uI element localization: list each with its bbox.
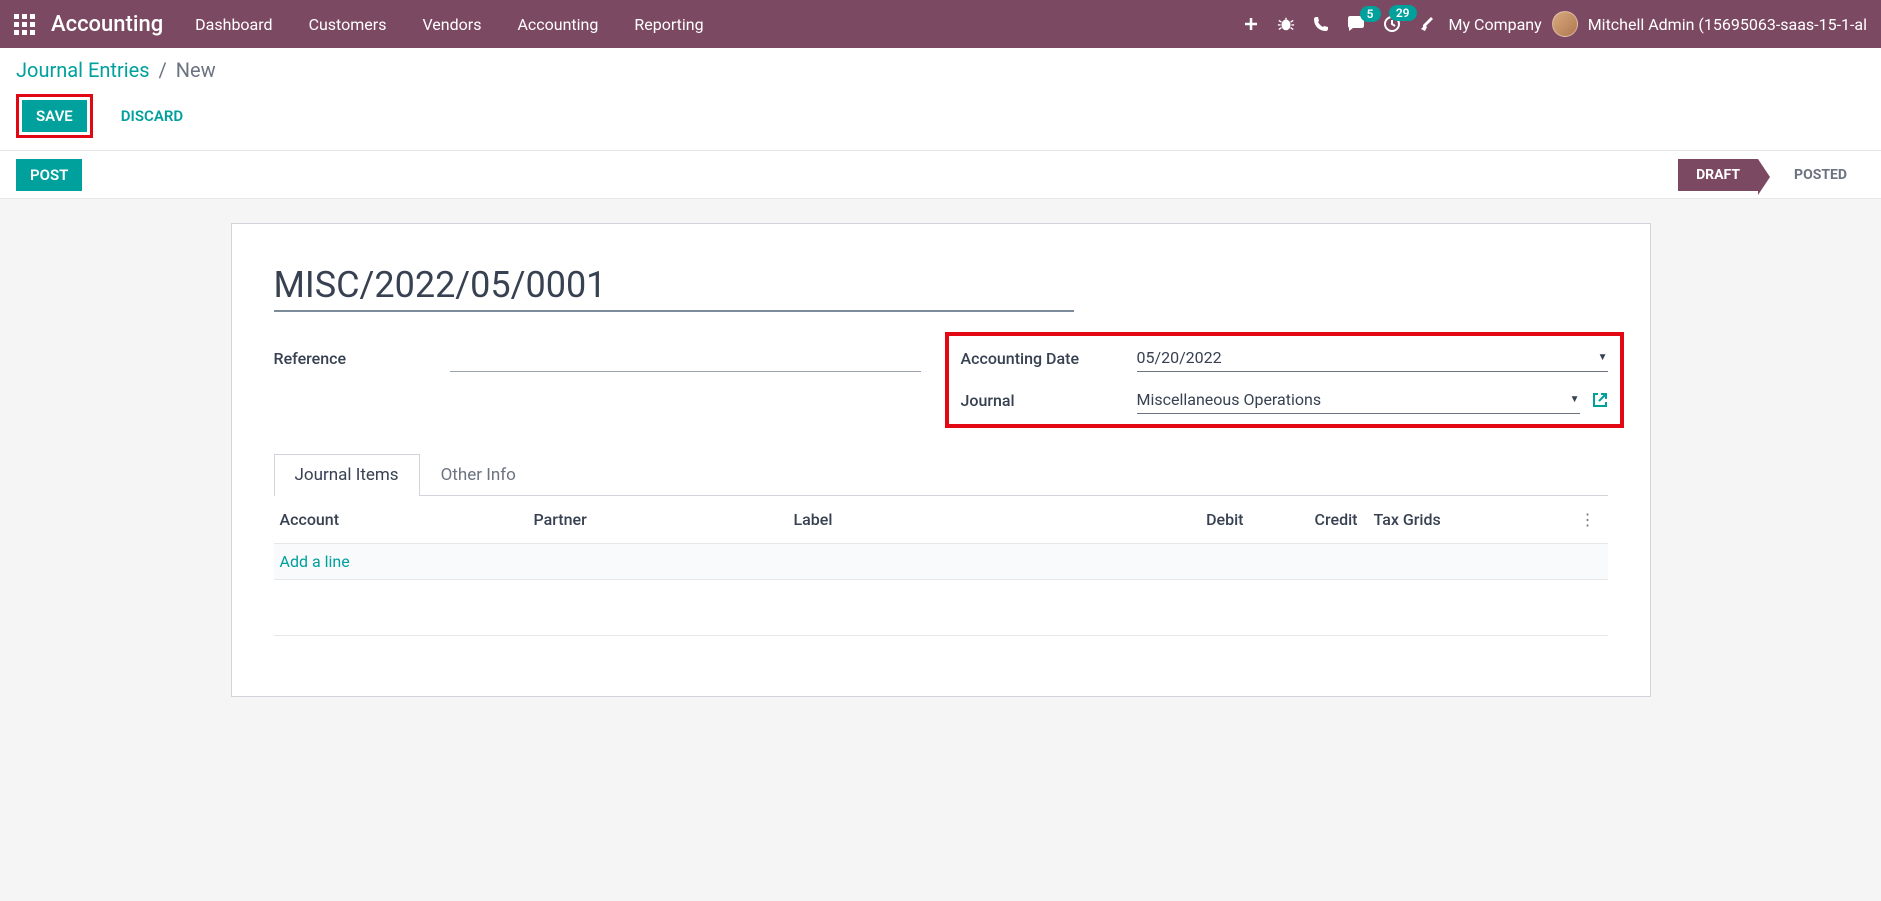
- reference-field: Reference: [274, 344, 921, 372]
- phone-icon[interactable]: [1313, 16, 1329, 32]
- journal-label: Journal: [961, 391, 1137, 410]
- caret-down-icon: ▼: [1598, 352, 1608, 363]
- breadcrumb-current: New: [176, 58, 216, 82]
- table-header: Account Partner Label Debit Credit Tax G…: [274, 496, 1608, 543]
- status-draft[interactable]: DRAFT: [1678, 159, 1758, 191]
- highlight-date-journal: Accounting Date 05/20/2022 ▼ Journal Mis…: [945, 332, 1624, 428]
- table-body: Add a line: [274, 543, 1608, 580]
- nav-icons: 5 29: [1243, 15, 1437, 33]
- breadcrumb-separator: /: [158, 58, 166, 82]
- bug-icon[interactable]: [1277, 15, 1295, 33]
- app-name[interactable]: Accounting: [51, 12, 163, 37]
- save-button[interactable]: SAVE: [22, 100, 87, 132]
- form-col-left: Reference: [274, 344, 921, 420]
- sub-header: Journal Entries / New SAVE DISCARD: [0, 48, 1881, 151]
- tools-icon[interactable]: [1419, 15, 1437, 33]
- form-container: Reference Accounting Date 05/20/2022 ▼ J…: [0, 199, 1881, 697]
- reference-label: Reference: [274, 349, 450, 368]
- nav-accounting[interactable]: Accounting: [517, 15, 598, 34]
- entry-name-input[interactable]: [274, 260, 1074, 312]
- tabs: Journal Items Other Info: [274, 454, 1608, 496]
- messages-icon[interactable]: 5: [1347, 16, 1365, 32]
- nav-customers[interactable]: Customers: [309, 15, 387, 34]
- journal-value: Miscellaneous Operations: [1137, 390, 1562, 409]
- caret-down-icon: ▼: [1570, 394, 1580, 405]
- breadcrumb: Journal Entries / New: [16, 58, 1865, 82]
- table-footer: [274, 580, 1608, 636]
- accounting-date-input[interactable]: 05/20/2022 ▼: [1137, 344, 1608, 372]
- discard-button[interactable]: DISCARD: [107, 100, 197, 132]
- tab-journal-items[interactable]: Journal Items: [274, 454, 420, 496]
- kebab-icon[interactable]: ⋮: [1568, 510, 1608, 529]
- form-col-right: Accounting Date 05/20/2022 ▼ Journal Mis…: [961, 344, 1608, 420]
- journal-items-table: Account Partner Label Debit Credit Tax G…: [274, 496, 1608, 636]
- nav-dashboard[interactable]: Dashboard: [195, 15, 272, 34]
- tab-other-info[interactable]: Other Info: [420, 454, 537, 495]
- status-bar: POST DRAFT POSTED: [0, 151, 1881, 199]
- col-taxgrids: Tax Grids: [1374, 510, 1568, 529]
- top-nav: Accounting Dashboard Customers Vendors A…: [0, 0, 1881, 48]
- messages-badge: 5: [1360, 6, 1381, 22]
- add-line-button[interactable]: Add a line: [274, 544, 1608, 579]
- nav-vendors[interactable]: Vendors: [422, 15, 481, 34]
- col-label: Label: [794, 510, 1114, 529]
- journal-field: Journal Miscellaneous Operations ▼: [961, 386, 1608, 414]
- col-partner: Partner: [534, 510, 794, 529]
- action-row: SAVE DISCARD: [16, 94, 1865, 138]
- form-sheet: Reference Accounting Date 05/20/2022 ▼ J…: [231, 223, 1651, 697]
- breadcrumb-parent[interactable]: Journal Entries: [16, 58, 150, 82]
- status-pills: DRAFT POSTED: [1678, 159, 1865, 191]
- nav-reporting[interactable]: Reporting: [634, 15, 703, 34]
- reference-input[interactable]: [450, 344, 921, 372]
- post-button[interactable]: POST: [16, 159, 82, 191]
- user-menu[interactable]: Mitchell Admin (15695063-saas-15-1-al: [1588, 15, 1867, 34]
- activities-badge: 29: [1389, 5, 1417, 21]
- form-fields-row: Reference Accounting Date 05/20/2022 ▼ J…: [274, 344, 1608, 420]
- accounting-date-value: 05/20/2022: [1137, 348, 1590, 367]
- col-debit: Debit: [1114, 510, 1244, 529]
- company-selector[interactable]: My Company: [1449, 15, 1542, 34]
- accounting-date-label: Accounting Date: [961, 349, 1137, 368]
- external-link-icon[interactable]: [1592, 392, 1608, 408]
- apps-icon[interactable]: [14, 14, 35, 35]
- col-account: Account: [274, 510, 534, 529]
- plus-icon[interactable]: [1243, 16, 1259, 32]
- user-avatar[interactable]: [1552, 11, 1578, 37]
- status-posted[interactable]: POSTED: [1776, 159, 1865, 191]
- activities-icon[interactable]: 29: [1383, 15, 1401, 33]
- accounting-date-field: Accounting Date 05/20/2022 ▼: [961, 344, 1608, 372]
- nav-menu: Dashboard Customers Vendors Accounting R…: [195, 15, 703, 34]
- highlight-save: SAVE: [16, 94, 93, 138]
- col-credit: Credit: [1244, 510, 1374, 529]
- journal-input[interactable]: Miscellaneous Operations ▼: [1137, 386, 1580, 414]
